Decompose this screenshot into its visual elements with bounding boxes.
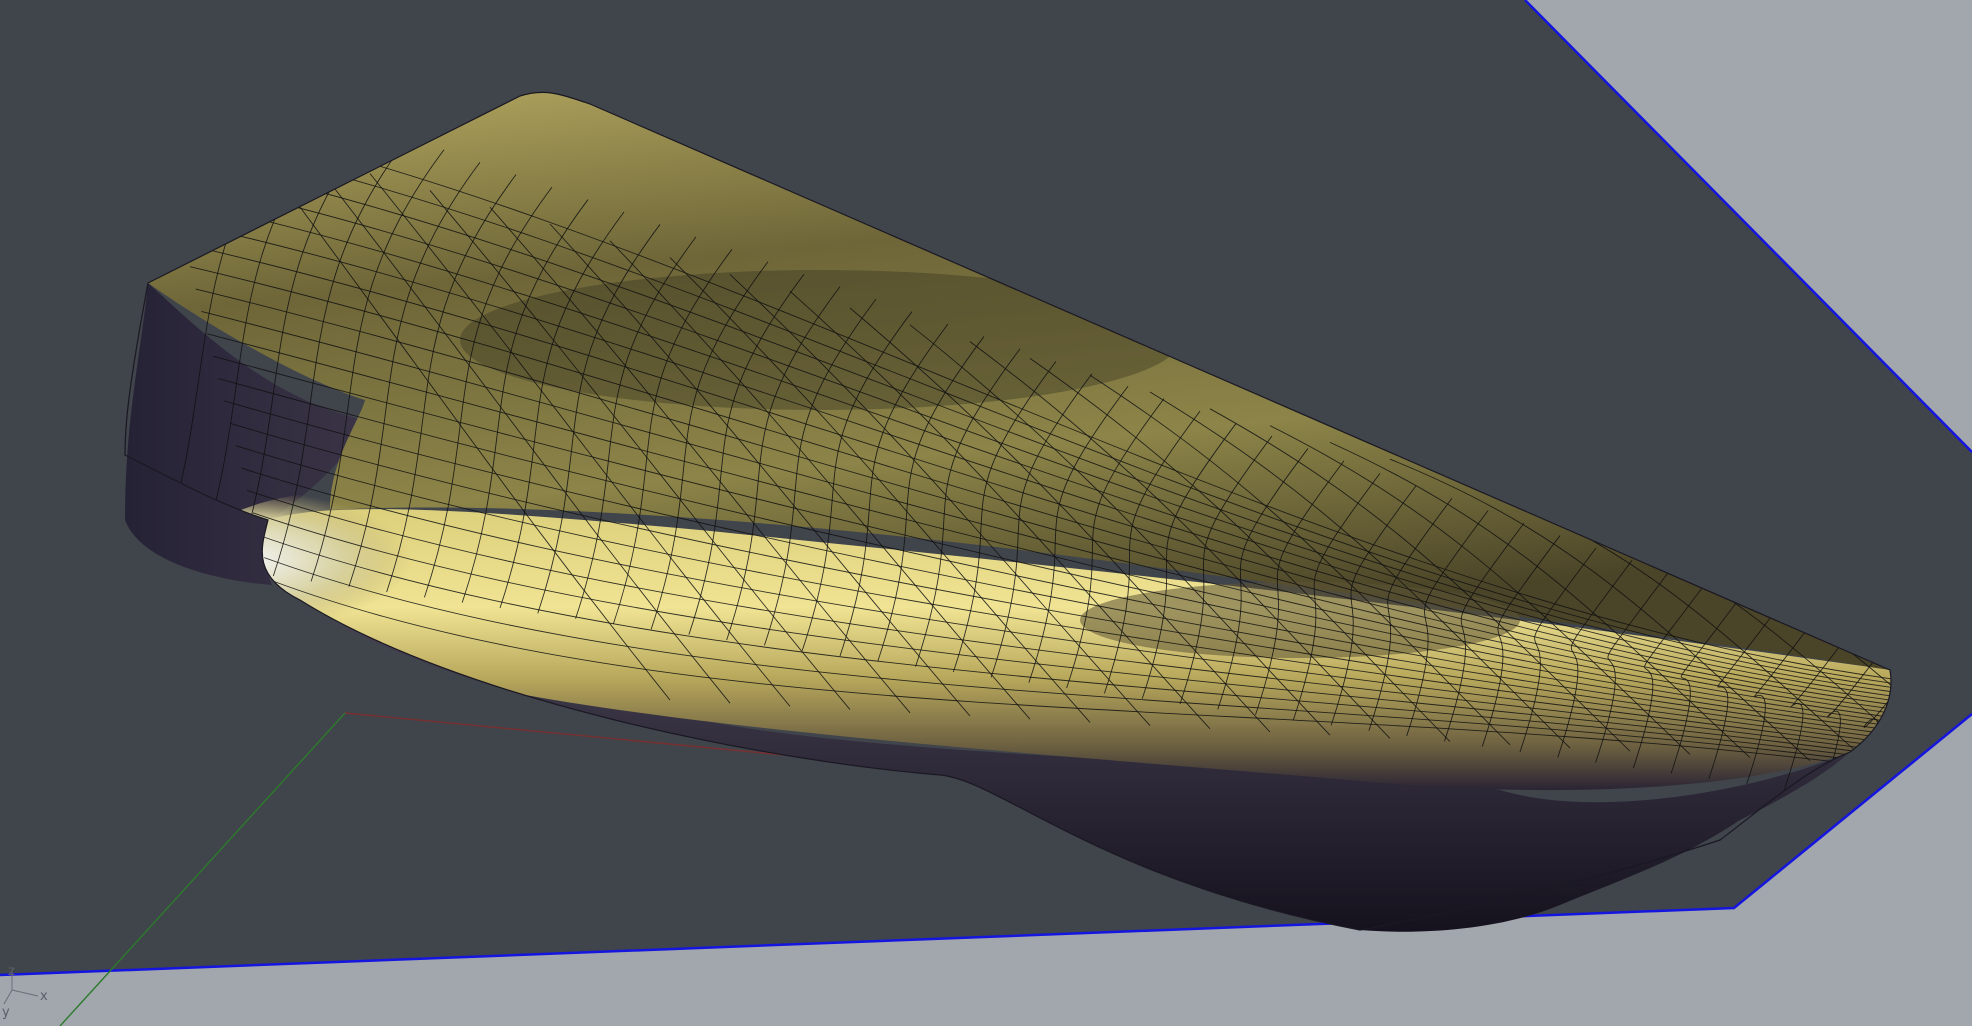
3d-viewport[interactable]: x y z	[0, 0, 1972, 1026]
3d-scene[interactable]: x y z	[0, 0, 1972, 1026]
axis-z-label: z	[8, 964, 15, 979]
axis-y-label: y	[2, 1005, 10, 1020]
axis-x-label: x	[40, 989, 48, 1004]
